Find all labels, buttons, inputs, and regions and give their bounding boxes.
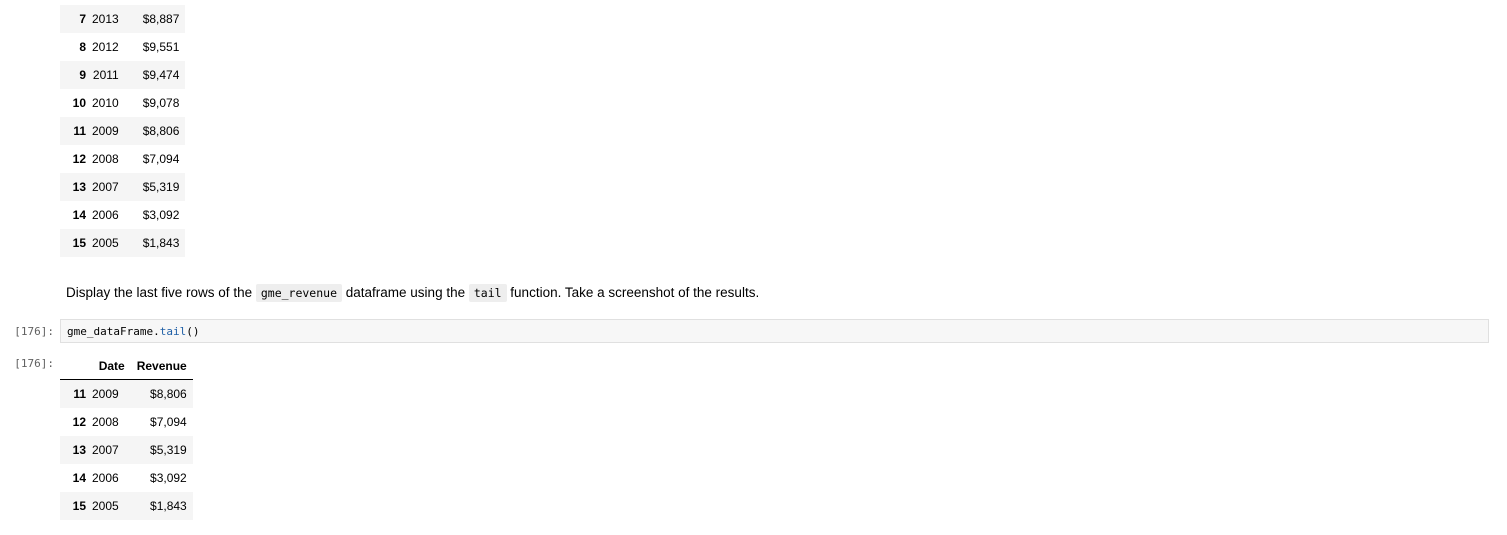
date-cell: 2009 (92, 379, 131, 408)
row-index: 14 (72, 471, 86, 485)
code-editor[interactable]: gme_dataFrame.tail() (60, 319, 1489, 343)
code-dot: . (153, 325, 160, 338)
row-index: 15 (60, 492, 92, 520)
row-index: 11 (60, 379, 92, 408)
row-index: 12 (72, 415, 86, 429)
date-cell: 2008 (92, 152, 119, 166)
date-cell: 2010 (92, 96, 119, 110)
table-row: 7 2013 $8,887 (60, 5, 186, 33)
date-cell: 2013 (92, 5, 131, 33)
table-row: 12 2008 $7,094 (60, 145, 185, 173)
notebook: 7 2013 $8,887 8 2012 $9,551 9 2011 $9,47… (0, 0, 1507, 535)
input-prompt: [176]: (14, 325, 54, 338)
table-row: 14 2006 $3,092 (60, 201, 185, 229)
markdown-text: dataframe using the (342, 285, 469, 300)
revenue-cell: $1,843 (130, 229, 186, 257)
revenue-cell: $8,806 (130, 117, 186, 145)
revenue-cell: $3,092 (150, 471, 187, 485)
revenue-cell: $1,843 (130, 492, 193, 520)
table-row: 14 2006 $3,092 (60, 464, 193, 492)
code-parens: () (186, 325, 200, 338)
table-row: 13 2007 $5,319 (60, 173, 186, 201)
table-header-row: Date Revenue (60, 352, 193, 380)
table-row: 15 2005 $1,843 (60, 492, 193, 520)
table-row: 13 2007 $5,319 (60, 436, 193, 464)
output-prompt: [176]: (14, 357, 54, 370)
row-index: 7 (60, 5, 92, 33)
date-cell: 2006 (92, 471, 119, 485)
table-row: 11 2009 $8,806 (60, 117, 186, 145)
column-header-date: Date (92, 352, 131, 380)
row-index: 13 (60, 173, 92, 201)
table-row: 11 2009 $8,806 (60, 379, 193, 408)
markdown-text: Display the last five rows of the (66, 285, 256, 300)
code-variable: gme_dataFrame (67, 325, 154, 338)
revenue-cell: $7,094 (142, 152, 180, 166)
revenue-cell: $9,474 (130, 61, 186, 89)
revenue-cell: $8,806 (130, 379, 193, 408)
markdown-text: function. Take a screenshot of the resul… (506, 285, 760, 300)
date-cell: 2008 (92, 415, 119, 429)
revenue-cell: $9,078 (142, 96, 180, 110)
column-header-revenue: Revenue (130, 352, 193, 380)
row-index: 10 (72, 96, 86, 110)
row-index: 12 (72, 152, 86, 166)
inline-code-tail: tail (468, 284, 507, 302)
code-line: gme_dataFrame.tail() (67, 325, 199, 338)
table-row: 12 2008 $7,094 (60, 408, 193, 436)
revenue-cell: $7,094 (150, 415, 187, 429)
revenue-cell: $9,551 (142, 40, 180, 54)
row-index: 8 (79, 40, 86, 54)
table-row: 8 2012 $9,551 (60, 33, 185, 61)
revenue-cell: $5,319 (130, 436, 193, 464)
markdown-cell[interactable]: Display the last five rows of the gme_re… (66, 284, 759, 302)
output-dataframe-table: Date Revenue 11 2009 $8,806 12 2008 $7,0… (60, 352, 193, 520)
date-cell: 2007 (92, 436, 131, 464)
table-row: 9 2011 $9,474 (60, 61, 186, 89)
inline-code-gme-revenue: gme_revenue (255, 284, 343, 302)
date-cell: 2011 (92, 61, 131, 89)
date-cell: 2005 (92, 229, 131, 257)
top-dataframe-table: 7 2013 $8,887 8 2012 $9,551 9 2011 $9,47… (60, 5, 186, 257)
date-cell: 2005 (92, 492, 131, 520)
row-index: 9 (60, 61, 92, 89)
revenue-cell: $3,092 (142, 208, 180, 222)
date-cell: 2012 (92, 40, 119, 54)
table-row: 10 2010 $9,078 (60, 89, 185, 117)
table-row: 15 2005 $1,843 (60, 229, 186, 257)
date-cell: 2006 (92, 208, 119, 222)
date-cell: 2007 (92, 173, 131, 201)
date-cell: 2009 (92, 117, 131, 145)
index-header (60, 352, 92, 380)
revenue-cell: $5,319 (130, 173, 186, 201)
row-index: 15 (60, 229, 92, 257)
row-index: 13 (60, 436, 92, 464)
revenue-cell: $8,887 (130, 5, 186, 33)
code-method: tail (159, 325, 187, 338)
row-index: 14 (72, 208, 86, 222)
row-index: 11 (60, 117, 92, 145)
